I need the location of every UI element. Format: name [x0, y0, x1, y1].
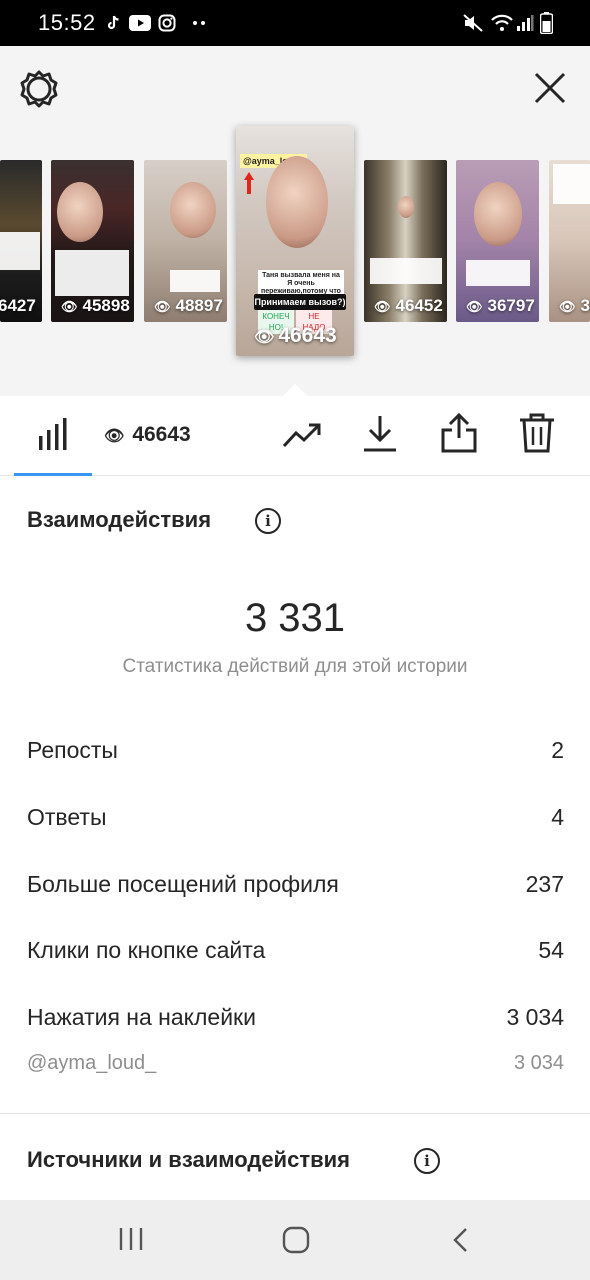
stat-label: Репосты [27, 737, 118, 763]
wifi-icon [491, 14, 513, 31]
story-thumbnail[interactable]: 👁 46452 [364, 160, 447, 322]
story-caption [370, 258, 442, 284]
stat-label: Нажатия на наклейки [27, 1004, 256, 1030]
story-face [266, 156, 328, 248]
story-face [170, 182, 216, 238]
download-icon[interactable] [362, 414, 398, 454]
story-thumbnail[interactable]: 6427 [0, 160, 42, 322]
story-views: 👁 46452 [374, 296, 443, 315]
story-caption [466, 260, 530, 286]
story-views: 👁 36797 [466, 296, 535, 315]
tiktok-icon [107, 15, 119, 30]
story-thumbnail[interactable]: 👁 45898 [51, 160, 134, 322]
story-views: 👁 45898 [61, 296, 130, 315]
stat-label: Больше посещений профиля [27, 871, 339, 897]
stat-value: 3 034 [506, 1004, 564, 1030]
trash-icon[interactable] [518, 412, 556, 454]
story-views: 👁36 [559, 296, 590, 315]
story-thumbnail-selected[interactable]: @ayma_loud_ Таня вызвала меня на Я очень… [236, 126, 354, 356]
eye-icon: 👁 [104, 428, 125, 445]
signal-icon [517, 15, 534, 31]
recent-apps-icon[interactable] [118, 1226, 144, 1252]
youtube-icon [129, 15, 151, 31]
story-thumbnail[interactable]: 👁 48897 [144, 160, 227, 322]
home-icon[interactable] [282, 1226, 310, 1254]
info-icon[interactable]: i [414, 1148, 440, 1174]
interactions-total: 3 331 [244, 596, 346, 640]
section-divider [0, 1113, 590, 1114]
back-icon[interactable] [450, 1226, 472, 1254]
stat-label: @ayma_loud_ [27, 1052, 157, 1074]
stat-label: Ответы [27, 804, 107, 830]
story-caption [55, 250, 129, 296]
share-icon[interactable] [440, 412, 478, 454]
stat-value: 54 [538, 937, 564, 963]
interactions-subtitle: Статистика действий для этой истории [122, 656, 468, 677]
battery-icon [540, 12, 553, 34]
story-header: 6427 👁 45898 👁 48897 @ayma_loud_ Таня вызв… [0, 46, 590, 396]
sources-title: Источники и взаимодействия [27, 1147, 350, 1172]
stat-value: 237 [525, 871, 564, 897]
more-dots-icon [193, 21, 205, 25]
stat-label: Клики по кнопке сайта [27, 937, 266, 963]
stat-value: 2 [551, 737, 564, 763]
gear-icon[interactable] [18, 68, 60, 110]
story-thumbnail[interactable]: 👁 36797 [456, 160, 539, 322]
story-question-sticker: Принимаем вызов?) [254, 294, 346, 310]
info-icon[interactable]: i [255, 508, 281, 534]
story-caption [0, 232, 40, 270]
active-tab-indicator [14, 473, 92, 476]
trending-up-icon[interactable] [282, 420, 322, 450]
story-face [474, 182, 522, 246]
system-nav-bar [0, 1200, 590, 1280]
mute-icon [463, 14, 483, 32]
interactions-title: Взаимодействия [27, 507, 212, 532]
stat-value: 4 [551, 804, 564, 830]
story-toolbar: 👁 46643 [0, 396, 590, 476]
view-count: 👁 46643 [104, 423, 191, 446]
story-thumbnail[interactable]: 👁36 [549, 160, 590, 322]
story-face [57, 182, 103, 242]
story-caption [170, 270, 220, 292]
arrow-up-icon [244, 172, 254, 194]
status-bar: 15:52 [0, 0, 590, 46]
bar-chart-icon[interactable] [38, 418, 68, 452]
story-views: 👁 48897 [154, 296, 223, 315]
story-views: 6427 [0, 296, 36, 315]
stat-value: 3 034 [513, 1052, 564, 1074]
story-face [398, 196, 414, 218]
status-time: 15:52 [38, 10, 96, 35]
close-icon[interactable] [532, 70, 568, 106]
story-views: 👁 46643 [254, 324, 337, 347]
story-caption [553, 164, 590, 204]
instagram-icon [158, 14, 176, 32]
